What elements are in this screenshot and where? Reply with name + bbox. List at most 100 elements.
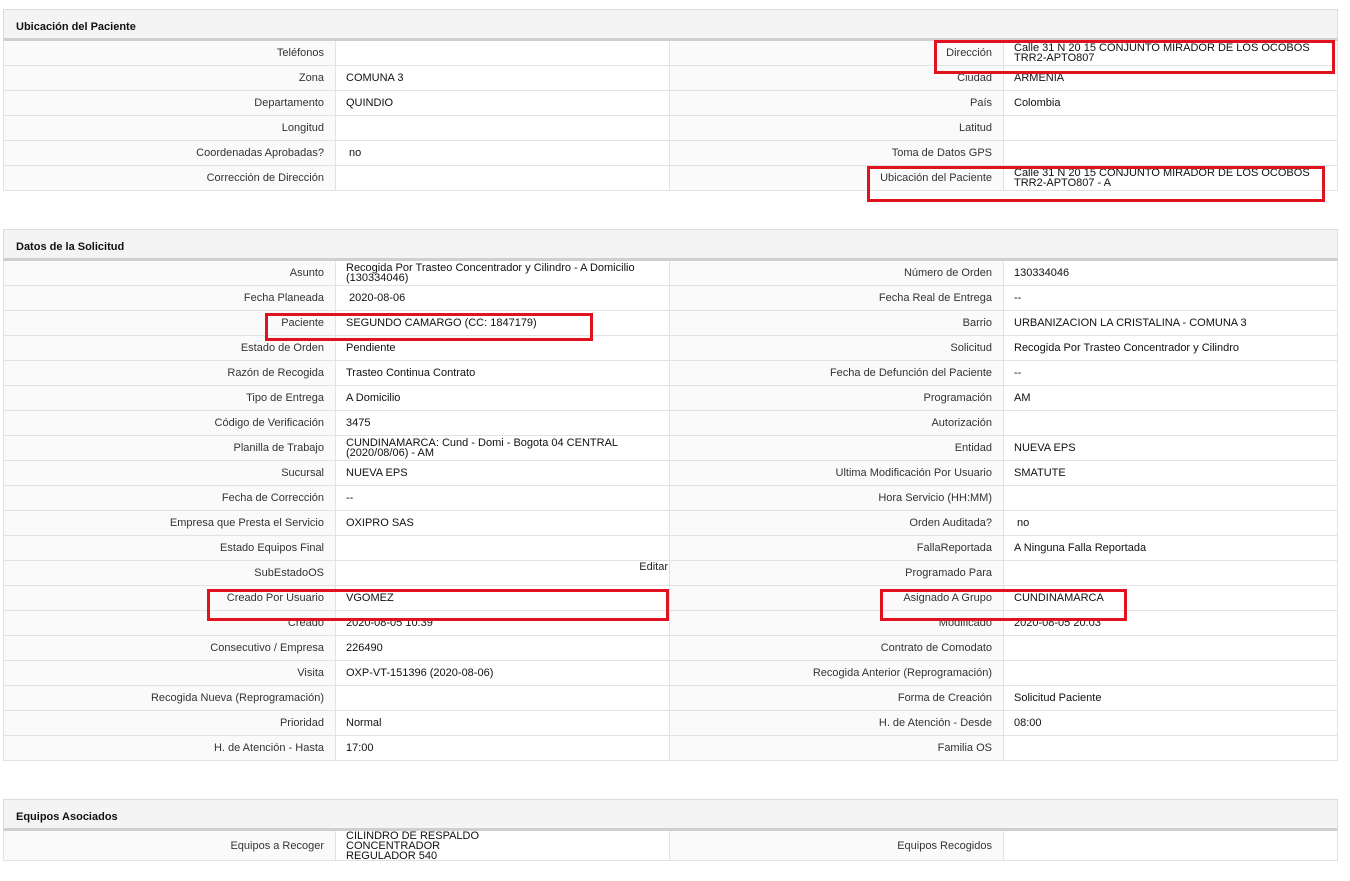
field-value-familia-os — [1004, 736, 1338, 761]
field-value-sucursal: NUEVA EPS — [336, 461, 670, 486]
field-value-latitud — [1004, 116, 1338, 141]
field-label-subestadoos: SubEstadoOS — [3, 561, 336, 586]
label-text: Empresa que Presta el Servicio — [169, 517, 324, 529]
field-label-estado-equipos-final: Estado Equipos Final — [3, 536, 336, 561]
field-value-forma-de-creacion: Solicitud Paciente — [1004, 686, 1338, 711]
field-value-pais: Colombia — [1004, 91, 1338, 116]
field-value-programado-para — [1004, 561, 1338, 586]
label-text: H. de Atención - Desde — [878, 717, 992, 729]
value-text: QUINDIO — [346, 97, 394, 109]
field-value-h-de-atencion-hasta: 17:00 — [336, 736, 670, 761]
label-text: Fecha de Corrección — [221, 492, 324, 504]
value-text: 130334046 — [1014, 267, 1070, 279]
field-label-programado-para: Programado Para — [670, 561, 1004, 586]
field-label-fallareportada: FallaReportada — [670, 536, 1004, 561]
solicitud-grid: Asunto Recogida Por Trasteo Concentrador … — [3, 261, 1338, 761]
field-label-longitud: Longitud — [3, 116, 336, 141]
field-label-pais: País — [670, 91, 1004, 116]
value-text: VGOMEZ — [346, 592, 394, 604]
field-label-paciente: Paciente — [3, 311, 336, 336]
field-label-consecutivo-empresa: Consecutivo / Empresa — [3, 636, 336, 661]
label-text: Prioridad — [279, 717, 324, 729]
label-text: Visita — [297, 667, 324, 679]
field-value-programacion: AM — [1004, 386, 1338, 411]
field-value-toma-de-datos-gps — [1004, 141, 1338, 166]
value-text: Normal — [346, 717, 382, 729]
label-text: País — [969, 97, 992, 109]
label-text: Modificado — [938, 617, 992, 629]
field-label-fecha-de-correccion: Fecha de Corrección — [3, 486, 336, 511]
field-label-fecha-planeada: Fecha Planeada — [3, 286, 336, 311]
value-text: Pendiente — [346, 342, 396, 354]
value-text: 2020-08-05 20:03 — [1014, 617, 1101, 629]
field-value-contrato-de-comodato — [1004, 636, 1338, 661]
label-text: Ultima Modificación Por Usuario — [835, 467, 993, 479]
field-value-prioridad: Normal — [336, 711, 670, 736]
value-text: NUEVA EPS — [346, 467, 408, 479]
label-text: Zona — [298, 72, 324, 84]
field-value-estado-equipos-final — [336, 536, 670, 561]
field-label-forma-de-creacion: Forma de Creación — [670, 686, 1004, 711]
label-text: Entidad — [954, 442, 992, 454]
section-equipos: Equipos Asociados Equipos a Recoger CILIN… — [3, 799, 1338, 861]
field-label-ubicacion-del-paciente: Ubicación del Paciente — [670, 166, 1004, 191]
value-text: 17:00 — [346, 742, 374, 754]
field-value-departamento: QUINDIO — [336, 91, 670, 116]
value-text: Solicitud Paciente — [1014, 692, 1102, 704]
value-text: Colombia — [1014, 97, 1061, 109]
value-text: SEGUNDO CAMARGO (CC: 1847179) — [346, 317, 537, 329]
field-label-planilla-de-trabajo: Planilla de Trabajo — [3, 436, 336, 461]
field-value-zona: COMUNA 3 — [336, 66, 670, 91]
field-label-fecha-de-defuncion-del-paciente: Fecha de Defunción del Paciente — [670, 361, 1004, 386]
label-text: Departamento — [254, 97, 324, 109]
field-value-recogida-nueva-reprogramacion — [336, 686, 670, 711]
label-text: Programación — [923, 392, 992, 404]
field-value-planilla-de-trabajo: CUNDINAMARCA: Cund - Domi - Bogota 04 CE… — [336, 436, 670, 461]
value-text: Recogida Por Trasteo Concentrador y Cili… — [346, 262, 635, 284]
field-value-equipos-recogidos — [1004, 831, 1338, 861]
equipos-grid: Equipos a Recoger CILINDRO DE RESPALDO CO… — [3, 831, 1338, 861]
label-text: Sucursal — [281, 467, 324, 479]
label-text: Ciudad — [957, 72, 992, 84]
field-label-telefonos: Teléfonos — [3, 41, 336, 66]
field-value-hora-servicio-hh-mm — [1004, 486, 1338, 511]
field-value-empresa-que-presta-el-servicio: OXIPRO SAS — [336, 511, 670, 536]
field-label-hora-servicio-hh-mm: Hora Servicio (HH:MM) — [670, 486, 1004, 511]
edit-link[interactable]: Editar — [639, 562, 668, 573]
label-text: Autorización — [931, 417, 992, 429]
field-value-asignado-a-grupo: CUNDINAMARCA — [1004, 586, 1338, 611]
field-label-razon-de-recogida: Razón de Recogida — [3, 361, 336, 386]
field-label-estado-de-orden: Estado de Orden — [3, 336, 336, 361]
value-text: -- — [1014, 367, 1022, 379]
value-text: URBANIZACION LA CRISTALINA - COMUNA 3 — [1014, 317, 1247, 329]
field-label-h-de-atencion-desde: H. de Atención - Desde — [670, 711, 1004, 736]
field-value-tipo-de-entrega: A Domicilio — [336, 386, 670, 411]
value-text: 226490 — [346, 642, 383, 654]
field-value-entidad: NUEVA EPS — [1004, 436, 1338, 461]
field-label-visita: Visita — [3, 661, 336, 686]
field-label-creado: Creado — [3, 611, 336, 636]
label-text: Creado Por Usuario — [226, 592, 324, 604]
label-text: Asunto — [289, 267, 324, 279]
label-text: Asignado A Grupo — [903, 592, 992, 604]
label-text: Orden Auditada? — [909, 517, 992, 529]
value-text: A Ninguna Falla Reportada — [1014, 542, 1147, 554]
label-text: Forma de Creación — [897, 692, 992, 704]
field-label-creado-por-usuario: Creado Por Usuario — [3, 586, 336, 611]
label-text: Hora Servicio (HH:MM) — [878, 492, 992, 504]
field-label-familia-os: Familia OS — [670, 736, 1004, 761]
field-value-fecha-planeada: 2020-08-06 — [336, 286, 670, 311]
label-text: Razón de Recogida — [227, 367, 324, 379]
value-text: -- — [346, 492, 354, 504]
field-value-razon-de-recogida: Trasteo Continua Contrato — [336, 361, 670, 386]
label-text: Corrección de Dirección — [206, 172, 324, 184]
label-text: Fecha de Defunción del Paciente — [829, 367, 992, 379]
field-value-fecha-de-correccion: -- — [336, 486, 670, 511]
label-text: Equipos a Recoger — [230, 839, 324, 852]
field-value-fecha-real-de-entrega: -- — [1004, 286, 1338, 311]
field-value-solicitud: Recogida Por Trasteo Concentrador y Cili… — [1004, 336, 1338, 361]
field-label-recogida-anterior-reprogramacion: Recogida Anterior (Reprogramación) — [670, 661, 1004, 686]
section-title: Equipos Asociados — [3, 799, 1338, 831]
field-value-asunto: Recogida Por Trasteo Concentrador y Cili… — [336, 261, 670, 286]
label-text: Toma de Datos GPS — [891, 147, 992, 159]
